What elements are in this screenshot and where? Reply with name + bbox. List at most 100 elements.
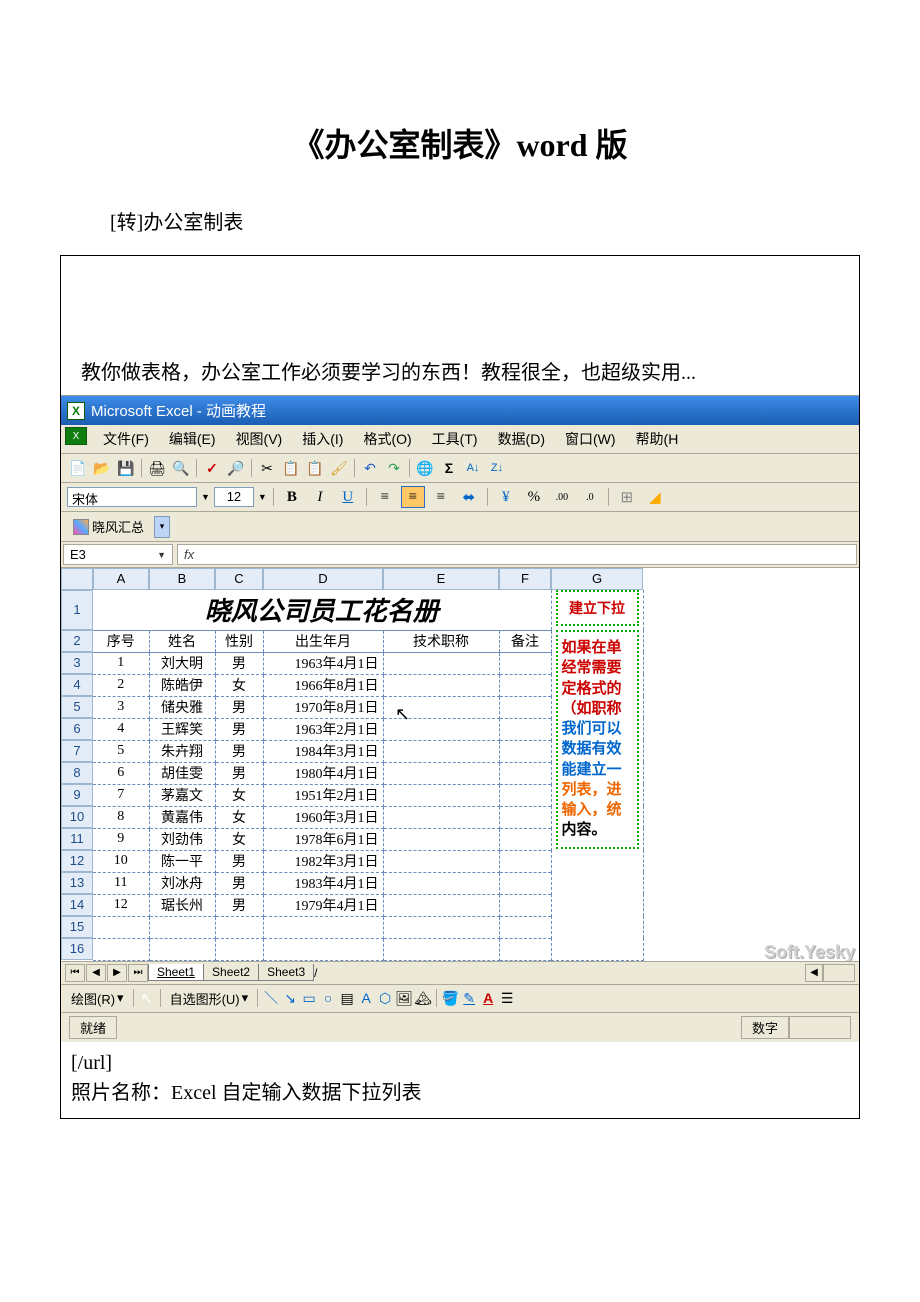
line-icon[interactable]: ＼ [263, 990, 279, 1006]
clipart-icon[interactable]: 🖼 [396, 990, 412, 1006]
data-cell[interactable]: 1963年4月1日 [263, 652, 383, 674]
line-color-icon[interactable]: ✎ [461, 990, 477, 1006]
data-cell[interactable]: 8 [93, 806, 149, 828]
table-header-cell[interactable]: 序号 [93, 630, 149, 652]
table-header-cell[interactable]: 备注 [499, 630, 551, 652]
data-cell[interactable] [383, 828, 499, 850]
data-cell[interactable]: 1960年3月1日 [263, 806, 383, 828]
data-cell[interactable]: 3 [93, 696, 149, 718]
data-cell[interactable] [383, 652, 499, 674]
data-cell[interactable]: 1978年6月1日 [263, 828, 383, 850]
open-icon[interactable]: 📂 [91, 457, 113, 479]
empty-cell[interactable] [215, 916, 263, 938]
table-header-cell[interactable]: 出生年月 [263, 630, 383, 652]
data-cell[interactable] [499, 652, 551, 674]
row-header-11[interactable]: 11 [61, 828, 93, 850]
menu-data[interactable]: 数据(D) [488, 427, 555, 451]
data-cell[interactable] [499, 696, 551, 718]
menu-tools[interactable]: 工具(T) [422, 427, 488, 451]
data-cell[interactable]: 男 [215, 894, 263, 916]
menu-file[interactable]: 文件(F) [93, 427, 159, 451]
data-cell[interactable]: 男 [215, 872, 263, 894]
data-cell[interactable]: 11 [93, 872, 149, 894]
row-header-5[interactable]: 5 [61, 696, 93, 718]
data-cell[interactable]: 刘冰舟 [149, 872, 215, 894]
undo-icon[interactable]: ↶ [359, 457, 381, 479]
empty-cell[interactable] [383, 938, 499, 960]
sheet-tab-2[interactable]: Sheet2 [203, 964, 259, 981]
bold-button[interactable]: B [280, 486, 304, 508]
data-cell[interactable] [499, 784, 551, 806]
align-center-icon[interactable]: ≡ [401, 486, 425, 508]
data-cell[interactable]: 男 [215, 762, 263, 784]
col-header-C[interactable]: C [215, 568, 263, 590]
new-icon[interactable]: 📄 [67, 457, 89, 479]
data-cell[interactable] [499, 806, 551, 828]
hyperlink-icon[interactable]: 🌐 [414, 457, 436, 479]
arrow-icon[interactable]: ↘ [282, 990, 298, 1006]
sort-desc-icon[interactable]: Z↓ [486, 457, 508, 479]
data-cell[interactable]: 1979年4月1日 [263, 894, 383, 916]
align-right-icon[interactable]: ≡ [429, 486, 453, 508]
data-cell[interactable]: 5 [93, 740, 149, 762]
data-cell[interactable]: 男 [215, 850, 263, 872]
data-cell[interactable]: 储央雅 [149, 696, 215, 718]
row-header-12[interactable]: 12 [61, 850, 93, 872]
underline-button[interactable]: U [336, 486, 360, 508]
menu-edit[interactable]: 编辑(E) [159, 427, 226, 451]
menu-format[interactable]: 格式(O) [353, 427, 421, 451]
col-header-F[interactable]: F [499, 568, 551, 590]
row-header-10[interactable]: 10 [61, 806, 93, 828]
data-cell[interactable]: 男 [215, 696, 263, 718]
data-cell[interactable] [499, 740, 551, 762]
row-header-4[interactable]: 4 [61, 674, 93, 696]
autoshapes-button[interactable]: 自选图形(U)▾ [166, 988, 253, 1009]
data-cell[interactable]: 1951年2月1日 [263, 784, 383, 806]
table-header-cell[interactable]: 性别 [215, 630, 263, 652]
sheet-tab-1[interactable]: Sheet1 [148, 964, 204, 981]
col-header-B[interactable]: B [149, 568, 215, 590]
data-cell[interactable]: 女 [215, 784, 263, 806]
empty-cell[interactable] [215, 938, 263, 960]
diagram-icon[interactable]: ⬡ [377, 990, 393, 1006]
data-cell[interactable]: 女 [215, 674, 263, 696]
excel-menu-icon[interactable]: X [65, 427, 87, 445]
row-header-1[interactable]: 1 [61, 590, 93, 630]
draw-menu-button[interactable]: 绘图(R)▾ [67, 988, 128, 1009]
data-cell[interactable] [383, 894, 499, 916]
percent-icon[interactable]: % [522, 486, 546, 508]
picture-icon[interactable]: 🏔 [415, 990, 431, 1006]
rectangle-icon[interactable]: ▭ [301, 990, 317, 1006]
data-cell[interactable]: 琚长州 [149, 894, 215, 916]
line-style-icon[interactable]: ☰ [499, 990, 515, 1006]
data-cell[interactable]: 朱卉翔 [149, 740, 215, 762]
spell-check-icon[interactable]: ✓ [201, 457, 223, 479]
italic-button[interactable]: I [308, 486, 332, 508]
tab-nav-last-icon[interactable]: ⏭ [128, 964, 148, 982]
row-header-14[interactable]: 14 [61, 894, 93, 916]
tab-nav-prev-icon[interactable]: ◀ [86, 964, 106, 982]
data-cell[interactable]: 12 [93, 894, 149, 916]
data-cell[interactable]: 1983年4月1日 [263, 872, 383, 894]
font-name-select[interactable]: 宋体 [67, 487, 197, 507]
data-cell[interactable]: 1966年8月1日 [263, 674, 383, 696]
research-icon[interactable]: 🔎 [225, 457, 247, 479]
data-cell[interactable] [383, 762, 499, 784]
data-cell[interactable] [383, 674, 499, 696]
menu-window[interactable]: 窗口(W) [555, 427, 626, 451]
row-header-15[interactable]: 15 [61, 916, 93, 938]
formula-input[interactable]: fx [177, 544, 857, 565]
data-cell[interactable]: 1 [93, 652, 149, 674]
menu-insert[interactable]: 插入(I) [292, 427, 353, 451]
empty-cell[interactable] [499, 916, 551, 938]
data-cell[interactable] [383, 740, 499, 762]
data-cell[interactable]: 茅嘉文 [149, 784, 215, 806]
data-cell[interactable]: 1970年8月1日 [263, 696, 383, 718]
data-cell[interactable] [499, 718, 551, 740]
data-cell[interactable]: 7 [93, 784, 149, 806]
side-note-cell[interactable]: 建立下拉如果在单经常需要定格式的（如职称我们可以数据有效能建立一列表，进输入，统… [551, 590, 643, 960]
sheet-tab-3[interactable]: Sheet3 [258, 964, 314, 981]
tab-nav-first-icon[interactable]: ⏮ [65, 964, 85, 982]
data-cell[interactable]: 王辉笑 [149, 718, 215, 740]
data-cell[interactable] [499, 828, 551, 850]
